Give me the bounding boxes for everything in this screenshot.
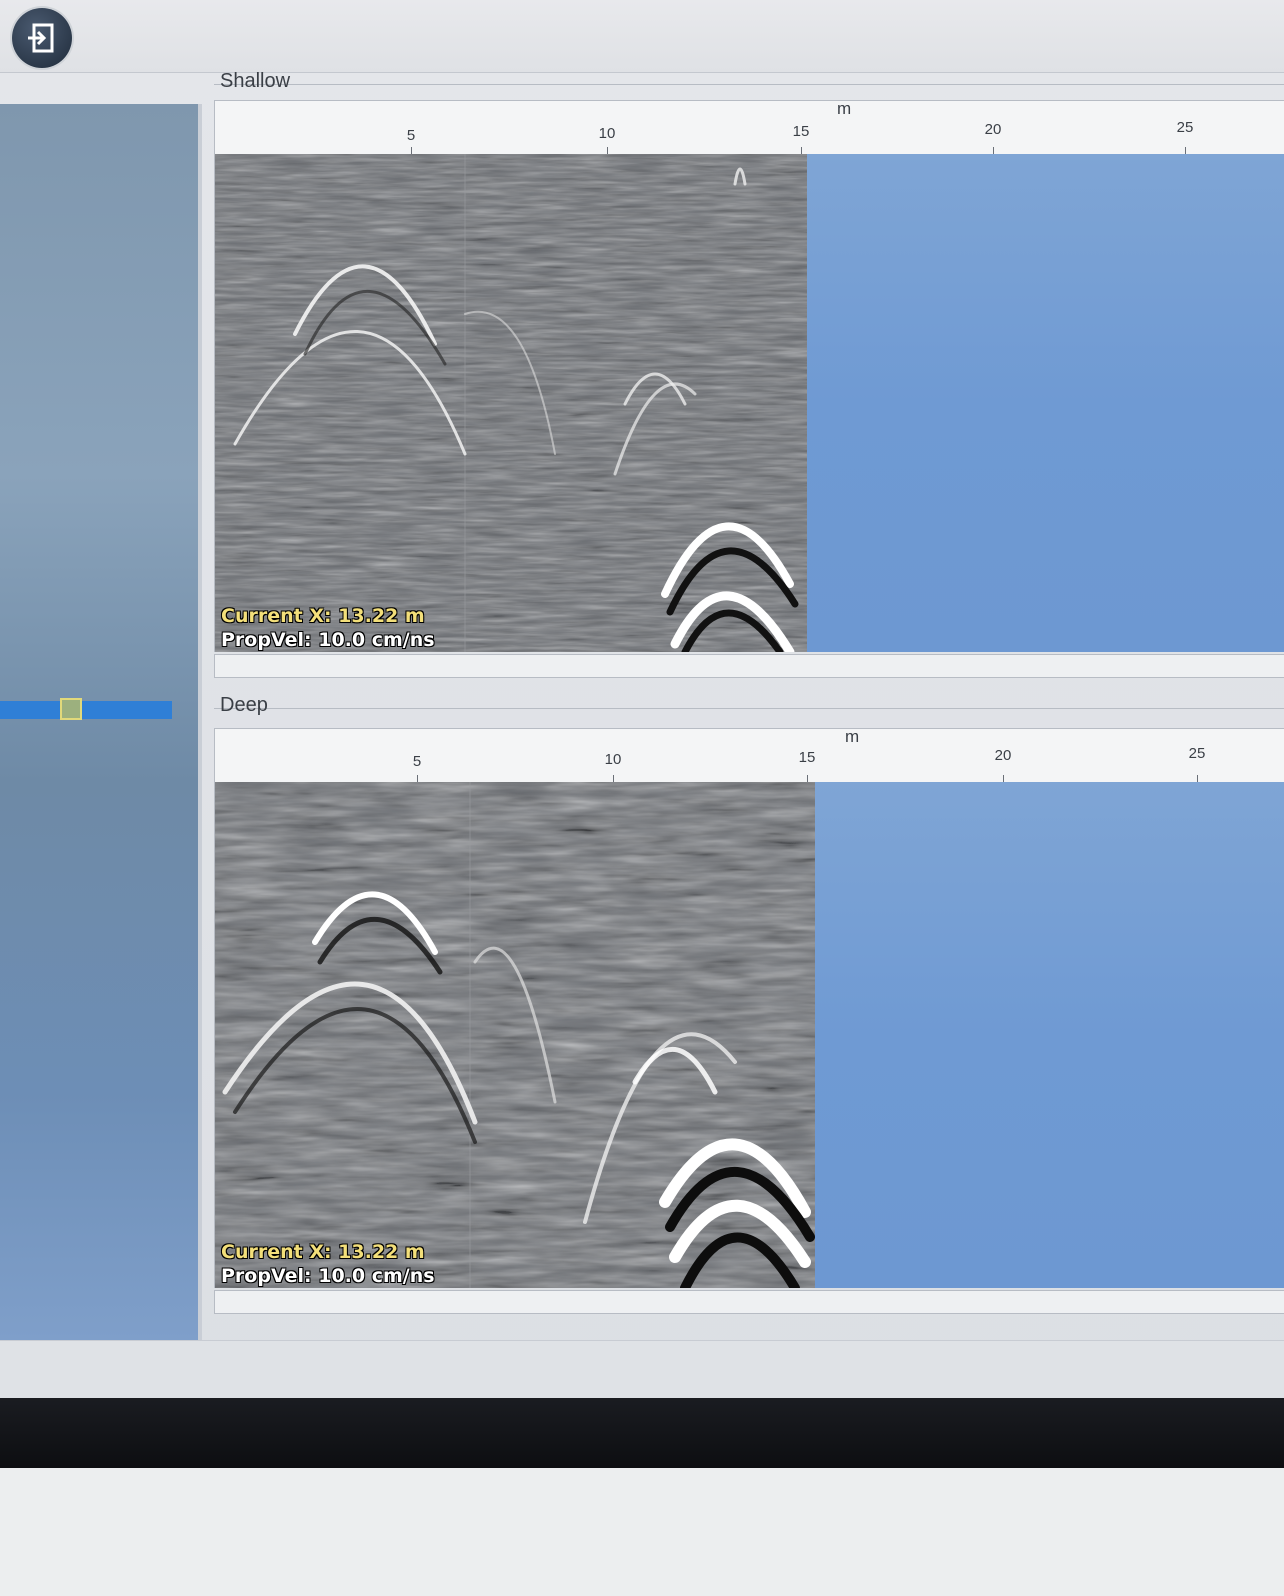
tick-label: 20	[994, 747, 1012, 764]
group-frame	[214, 84, 1284, 85]
current-x-readout: Current X: 13.22 m	[221, 605, 425, 627]
deep-distance-ruler: m 5 10 15 20 25	[214, 727, 1284, 784]
shallow-radargram[interactable]: Current X: 13.22 m PropVel: 10.0 cm/ns	[215, 154, 807, 652]
deep-profile-group: Deep m 5 10 15 20 25 Current X: 13.22 m …	[206, 694, 1284, 1326]
shallow-readout: Current X: 13.22 m PropVel: 10.0 cm/ns	[221, 604, 435, 652]
monitor-bezel	[0, 1398, 1284, 1468]
tick-label: 5	[412, 753, 422, 770]
shallow-plot-area[interactable]: Current X: 13.22 m PropVel: 10.0 cm/ns	[214, 154, 1284, 652]
deep-radargram[interactable]: Current X: 13.22 m PropVel: 10.0 cm/ns	[215, 782, 815, 1288]
ruler-unit: m	[837, 99, 852, 118]
tick-label: 10	[604, 751, 622, 768]
status-strip	[0, 1340, 1284, 1399]
deep-radargram-image	[215, 782, 815, 1288]
deep-label: Deep	[220, 694, 268, 716]
shallow-distance-ruler: m 5 10 15 20 25	[214, 99, 1284, 156]
ruler-unit: m	[845, 727, 860, 746]
gpr-app-window: Shallow m 5 10 15 20 25 Current X: 13.22…	[0, 0, 1284, 1416]
current-x-readout: Current X: 13.22 m	[221, 1241, 425, 1263]
shallow-horizontal-scrollbar[interactable]	[214, 654, 1284, 678]
shallow-profile-group: Shallow m 5 10 15 20 25 Current X: 13.22…	[206, 70, 1284, 682]
tick-label: 25	[1176, 119, 1194, 136]
below-screen-area	[0, 1468, 1284, 1596]
prop-velocity-readout: PropVel: 10.0 cm/ns	[221, 629, 435, 651]
exit-door-icon	[28, 23, 54, 53]
tick-label: 15	[798, 749, 816, 766]
group-frame	[214, 708, 1284, 709]
shallow-radargram-image	[215, 154, 807, 652]
deep-readout: Current X: 13.22 m PropVel: 10.0 cm/ns	[221, 1240, 435, 1288]
top-toolbar	[0, 0, 1284, 73]
left-side-panel	[0, 104, 202, 1340]
tick-label: 15	[792, 123, 810, 140]
tick-label: 10	[598, 125, 616, 142]
tick-label: 5	[406, 127, 416, 144]
shallow-label: Shallow	[220, 70, 291, 92]
exit-button[interactable]	[12, 8, 72, 68]
tick-label: 20	[984, 121, 1002, 138]
deep-horizontal-scrollbar[interactable]	[214, 1290, 1284, 1314]
deep-plot-area[interactable]: Current X: 13.22 m PropVel: 10.0 cm/ns	[214, 782, 1284, 1288]
panel-position-handle[interactable]	[60, 698, 82, 720]
panel-position-bar[interactable]	[0, 701, 172, 719]
prop-velocity-readout: PropVel: 10.0 cm/ns	[221, 1265, 435, 1287]
tick-label: 25	[1188, 745, 1206, 762]
